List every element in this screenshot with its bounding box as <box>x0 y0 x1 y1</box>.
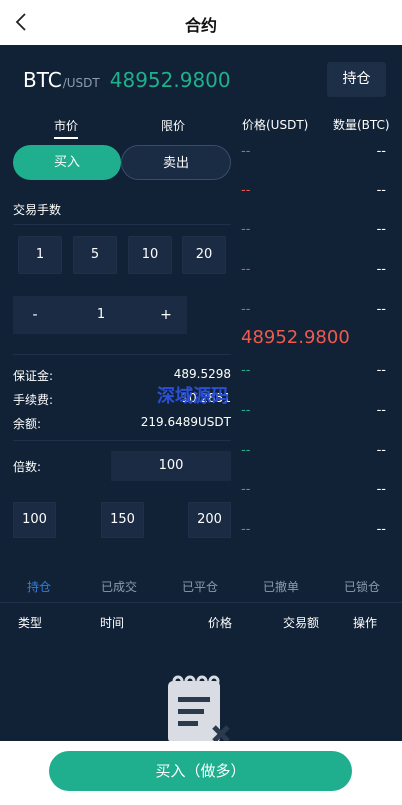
orderbook-last-price: 48952.9800 <box>241 327 350 348</box>
orderbook-ask-row: -- -- <box>241 262 386 277</box>
orderbook-bid-row: -- -- <box>241 482 386 497</box>
ask-price: -- <box>241 183 251 198</box>
orderbook-price-header: 价格(USDT) <box>242 118 309 132</box>
quantity-plus-button[interactable]: + <box>145 296 187 334</box>
bid-qty: -- <box>376 522 386 537</box>
ask-qty: -- <box>376 222 386 237</box>
tab-market-order[interactable]: 市价 <box>54 117 79 139</box>
empty-document-icon <box>164 673 236 743</box>
quantity-preset-1[interactable]: 1 <box>18 236 62 274</box>
margin-value: 489.5298 <box>173 367 231 381</box>
ask-qty: -- <box>376 262 386 277</box>
divider <box>13 440 231 441</box>
top-bar: 合约 <box>0 0 402 45</box>
bid-price: -- <box>241 443 251 458</box>
quantity-label: 交易手数 <box>13 203 62 217</box>
pair-base: BTC <box>23 68 62 92</box>
bid-price: -- <box>241 522 251 537</box>
page-title: 合约 <box>184 16 217 35</box>
orderbook-ask-row: -- -- <box>241 302 386 317</box>
balance-label: 余额: <box>13 417 42 431</box>
positions-button[interactable]: 持仓 <box>327 62 386 97</box>
ask-price: -- <box>241 222 251 237</box>
buy-toggle-button[interactable]: 买入 <box>13 145 121 180</box>
bid-qty: -- <box>376 363 386 378</box>
quantity-preset-5[interactable]: 5 <box>73 236 117 274</box>
tab-limit-order[interactable]: 限价 <box>161 117 185 134</box>
buy-long-button[interactable]: 买入（做多） <box>49 751 352 791</box>
quantity-preset-10[interactable]: 10 <box>128 236 172 274</box>
orderbook-bid-row: -- -- <box>241 363 386 378</box>
bid-qty: -- <box>376 443 386 458</box>
leverage-option-100[interactable]: 100 <box>13 502 56 538</box>
orderbook-bid-row: -- -- <box>241 443 386 458</box>
quantity-input[interactable]: 1 <box>57 296 145 334</box>
bid-price: -- <box>241 363 251 378</box>
column-header-time: 时间 <box>100 616 125 630</box>
ask-qty: -- <box>376 144 386 159</box>
orderbook-qty-header: 数量(BTC) <box>333 118 390 132</box>
bid-qty: -- <box>376 403 386 418</box>
divider <box>13 224 231 225</box>
quantity-preset-20[interactable]: 20 <box>182 236 226 274</box>
quantity-minus-button[interactable]: - <box>13 296 57 334</box>
leverage-input[interactable]: 100 <box>111 451 231 481</box>
orderbook-ask-row: -- -- <box>241 222 386 237</box>
fee-label: 手续费: <box>13 393 54 407</box>
leverage-option-150[interactable]: 150 <box>101 502 144 538</box>
divider <box>0 602 402 603</box>
ask-qty: -- <box>376 302 386 317</box>
balance-value: 219.6489USDT <box>140 415 231 429</box>
bottom-action-bar: 买入（做多） <box>0 741 402 805</box>
bid-price: -- <box>241 482 251 497</box>
column-header-amount: 交易额 <box>283 616 320 630</box>
ask-price: -- <box>241 144 251 159</box>
bid-price: -- <box>241 403 251 418</box>
margin-label: 保证金: <box>13 369 54 383</box>
tab-locked[interactable]: 已锁仓 <box>344 578 380 595</box>
current-price: 48952.9800 <box>109 68 231 92</box>
orderbook-bid-row: -- -- <box>241 522 386 537</box>
watermark-text: 深域源码 <box>157 386 229 407</box>
leverage-label: 倍数: <box>13 460 42 474</box>
leverage-option-200[interactable]: 200 <box>188 502 231 538</box>
tab-positions[interactable]: 持仓 <box>27 578 51 595</box>
trading-pair: BTC /USDT 48952.9800 <box>23 68 231 92</box>
bid-qty: -- <box>376 482 386 497</box>
column-header-price: 价格 <box>208 616 233 630</box>
divider <box>13 354 231 355</box>
pair-quote: /USDT <box>62 76 100 90</box>
ask-price: -- <box>241 262 251 277</box>
sell-toggle-button[interactable]: 卖出 <box>121 145 231 180</box>
orderbook-ask-row: -- -- <box>241 144 386 159</box>
ask-price: -- <box>241 302 251 317</box>
column-header-type: 类型 <box>18 616 43 630</box>
ask-qty: -- <box>376 183 386 198</box>
orderbook-ask-row: -- -- <box>241 183 386 198</box>
tab-closed[interactable]: 已平仓 <box>182 578 218 595</box>
tab-filled[interactable]: 已成交 <box>101 578 137 595</box>
tab-cancelled[interactable]: 已撤单 <box>263 578 299 595</box>
column-header-action: 操作 <box>353 616 378 630</box>
orderbook-bid-row: -- -- <box>241 403 386 418</box>
